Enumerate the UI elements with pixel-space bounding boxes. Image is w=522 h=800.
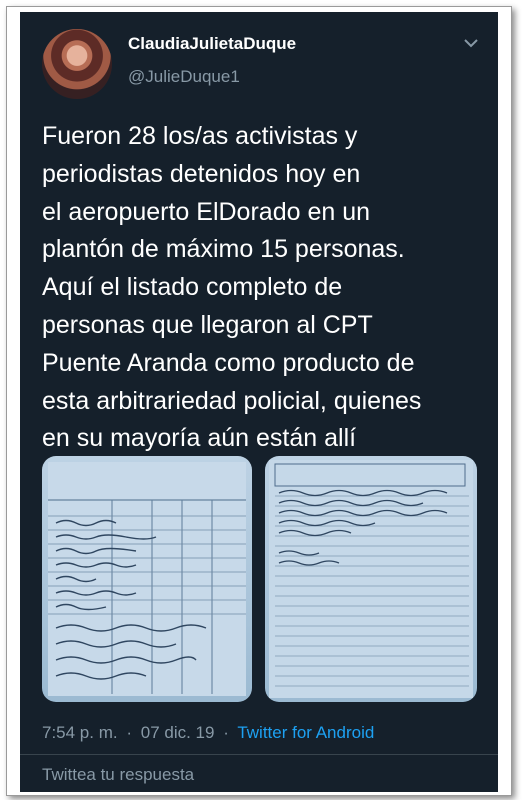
user-handle[interactable]: @JulieDuque1 [128, 67, 240, 87]
tweet-photo-2[interactable] [265, 456, 477, 702]
tweet-text: Fueron 28 los/as activistas y periodista… [42, 122, 422, 453]
document-illustration [48, 462, 246, 696]
divider [20, 754, 498, 755]
tweet-photo-1[interactable] [42, 456, 252, 702]
tweet-timestamp: 7:54 p. m. · 07 dic. 19 · Twitter for An… [42, 723, 374, 743]
document-illustration [269, 460, 473, 698]
separator: · [223, 723, 229, 742]
tweet-time: 7:54 p. m. [42, 723, 118, 742]
display-name[interactable]: ClaudiaJulietaDuque [128, 34, 296, 54]
separator: · [126, 723, 133, 742]
tweet-detail-screen: ClaudiaJulietaDuque @JulieDuque1 Fueron … [20, 12, 498, 792]
avatar[interactable] [42, 29, 112, 99]
chevron-down-icon[interactable] [462, 36, 480, 50]
tweet-source-link[interactable]: Twitter for Android [237, 723, 374, 742]
reply-input[interactable]: Twittea tu respuesta [42, 765, 194, 785]
tweet-date: 07 dic. 19 [140, 723, 215, 742]
